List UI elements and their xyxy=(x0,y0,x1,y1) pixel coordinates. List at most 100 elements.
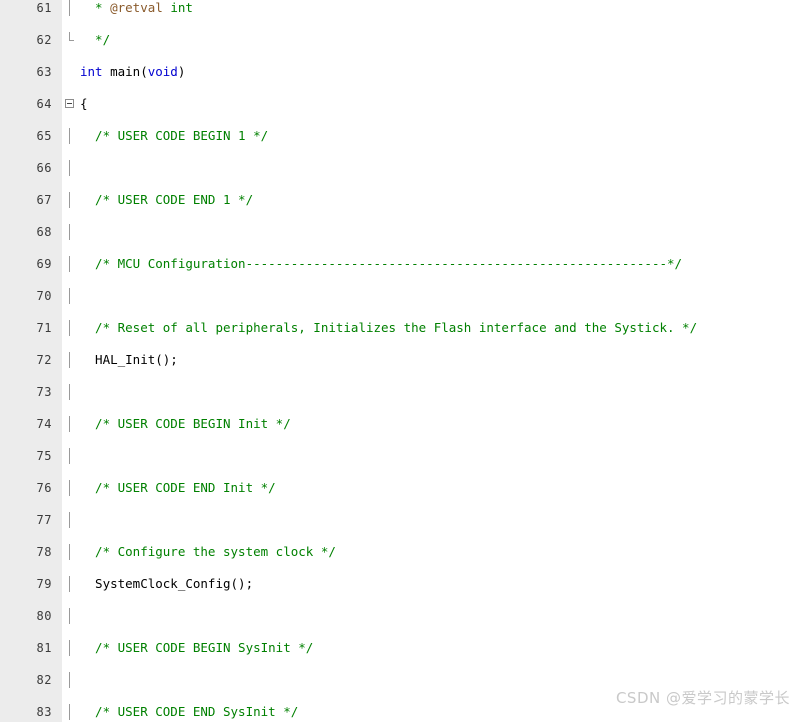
code-text: HAL_Init(); xyxy=(80,352,178,368)
token-cmt: /* USER CODE END SysInit */ xyxy=(80,704,299,719)
fold-vertical-line xyxy=(69,544,70,560)
fold-box[interactable] xyxy=(65,99,74,108)
code-line[interactable]: 63 int main(void) xyxy=(0,64,800,80)
token-cmt: /* USER CODE BEGIN Init */ xyxy=(80,416,291,431)
line-number: 72 xyxy=(36,353,52,367)
code-line[interactable]: 67 /* USER CODE END 1 */ xyxy=(0,192,800,208)
code-text: { xyxy=(80,96,88,112)
fold-vertical-line xyxy=(69,384,70,400)
code-line[interactable]: 71 /* Reset of all peripherals, Initiali… xyxy=(0,320,800,336)
fold-vertical-line xyxy=(69,288,70,304)
fold-guide-line xyxy=(63,384,79,400)
line-number: 82 xyxy=(36,673,52,687)
code-line[interactable]: 70 xyxy=(0,288,800,304)
token-cmt: /* USER CODE END Init */ xyxy=(80,480,276,495)
code-text: /* MCU Configuration--------------------… xyxy=(80,256,682,272)
code-line[interactable]: 79 SystemClock_Config(); xyxy=(0,576,800,592)
token-kw: void xyxy=(147,64,178,79)
line-number: 73 xyxy=(36,385,52,399)
fold-guide-line xyxy=(63,672,79,688)
code-line[interactable]: 64 { xyxy=(0,96,800,112)
fold-vertical-line xyxy=(69,352,70,368)
line-number: 68 xyxy=(36,225,52,239)
fold-guide-line xyxy=(63,416,79,432)
line-number: 61 xyxy=(36,1,52,15)
code-text: */ xyxy=(80,32,110,48)
code-line[interactable]: 77 xyxy=(0,512,800,528)
fold-guide-line xyxy=(63,320,79,336)
line-number: 70 xyxy=(36,289,52,303)
line-number: 62 xyxy=(36,33,52,47)
fold-guide-line xyxy=(63,0,79,16)
fold-guide-line xyxy=(63,448,79,464)
code-line[interactable]: 80 xyxy=(0,608,800,624)
code-line[interactable]: 72 HAL_Init(); xyxy=(0,352,800,368)
token-plain: main( xyxy=(102,64,148,79)
code-line[interactable]: 81 /* USER CODE BEGIN SysInit */ xyxy=(0,640,800,656)
code-line[interactable]: 75 xyxy=(0,448,800,464)
line-number: 80 xyxy=(36,609,52,623)
code-line[interactable]: 76 /* USER CODE END Init */ xyxy=(0,480,800,496)
code-line[interactable]: 69 /* MCU Configuration-----------------… xyxy=(0,256,800,272)
code-line[interactable]: 82 xyxy=(0,672,800,688)
token-plain: HAL_Init(); xyxy=(80,352,178,367)
fold-vertical-line xyxy=(69,160,70,176)
token-cmt: /* Reset of all peripherals, Initializes… xyxy=(80,320,698,335)
fold-guide-line xyxy=(63,352,79,368)
code-line[interactable]: 65 /* USER CODE BEGIN 1 */ xyxy=(0,128,800,144)
csdn-watermark: CSDN @爱学习的蒙学长 xyxy=(615,689,790,707)
code-text: /* USER CODE BEGIN SysInit */ xyxy=(80,640,313,656)
fold-collapse-icon[interactable] xyxy=(63,96,79,112)
token-cmt: /* MCU Configuration--------------------… xyxy=(80,256,683,271)
code-line[interactable]: 61 * @retval int xyxy=(0,0,800,16)
fold-guide-line xyxy=(63,192,79,208)
fold-vertical-line xyxy=(69,672,70,688)
token-cmt: /* USER CODE BEGIN SysInit */ xyxy=(80,640,314,655)
token-cmt: /* USER CODE END 1 */ xyxy=(80,192,254,207)
fold-guide-line xyxy=(63,704,79,720)
code-line[interactable]: 62 */ xyxy=(0,32,800,48)
token-cmt: * xyxy=(80,0,111,15)
fold-vertical-line xyxy=(69,704,70,720)
fold-vertical-line xyxy=(69,192,70,208)
code-text: * @retval int xyxy=(80,0,193,16)
line-number: 74 xyxy=(36,417,52,431)
token-cmt: /* Configure the system clock */ xyxy=(80,544,336,559)
code-text: /* USER CODE END SysInit */ xyxy=(80,704,298,720)
fold-guide-line xyxy=(63,512,79,528)
fold-vertical-line xyxy=(69,512,70,528)
line-number: 66 xyxy=(36,161,52,175)
fold-guide-line xyxy=(63,480,79,496)
fold-guide-line xyxy=(63,288,79,304)
code-line[interactable]: 66 xyxy=(0,160,800,176)
line-number: 76 xyxy=(36,481,52,495)
token-plain: SystemClock_Config(); xyxy=(80,576,254,591)
code-line[interactable]: 73 xyxy=(0,384,800,400)
token-cmt: /* USER CODE BEGIN 1 */ xyxy=(80,128,269,143)
fold-vertical-line xyxy=(69,448,70,464)
fold-vertical-line xyxy=(69,416,70,432)
token-cmt: */ xyxy=(80,32,111,47)
fold-vertical-line xyxy=(69,640,70,656)
line-number: 75 xyxy=(36,449,52,463)
code-line[interactable]: 78 /* Configure the system clock */ xyxy=(0,544,800,560)
token-plain: { xyxy=(80,96,88,111)
code-editor[interactable]: 61 * @retval int 62 */ 63 int main(void) 64 {… xyxy=(0,0,800,722)
fold-margin-cell xyxy=(63,64,79,80)
line-number: 79 xyxy=(36,577,52,591)
line-number: 77 xyxy=(36,513,52,527)
fold-vertical-line xyxy=(69,256,70,272)
fold-vertical-line xyxy=(69,128,70,144)
fold-guide-line xyxy=(63,544,79,560)
line-number: 83 xyxy=(36,705,52,719)
fold-vertical-line xyxy=(69,608,70,624)
token-kw: int xyxy=(80,64,103,79)
code-line[interactable]: 68 xyxy=(0,224,800,240)
fold-vertical-line xyxy=(69,576,70,592)
code-line[interactable]: 74 /* USER CODE BEGIN Init */ xyxy=(0,416,800,432)
code-text: /* Configure the system clock */ xyxy=(80,544,336,560)
fold-guide-line xyxy=(63,256,79,272)
line-number: 81 xyxy=(36,641,52,655)
line-number: 71 xyxy=(36,321,52,335)
code-lines-container: 61 * @retval int 62 */ 63 int main(void) 64 {… xyxy=(0,0,800,720)
